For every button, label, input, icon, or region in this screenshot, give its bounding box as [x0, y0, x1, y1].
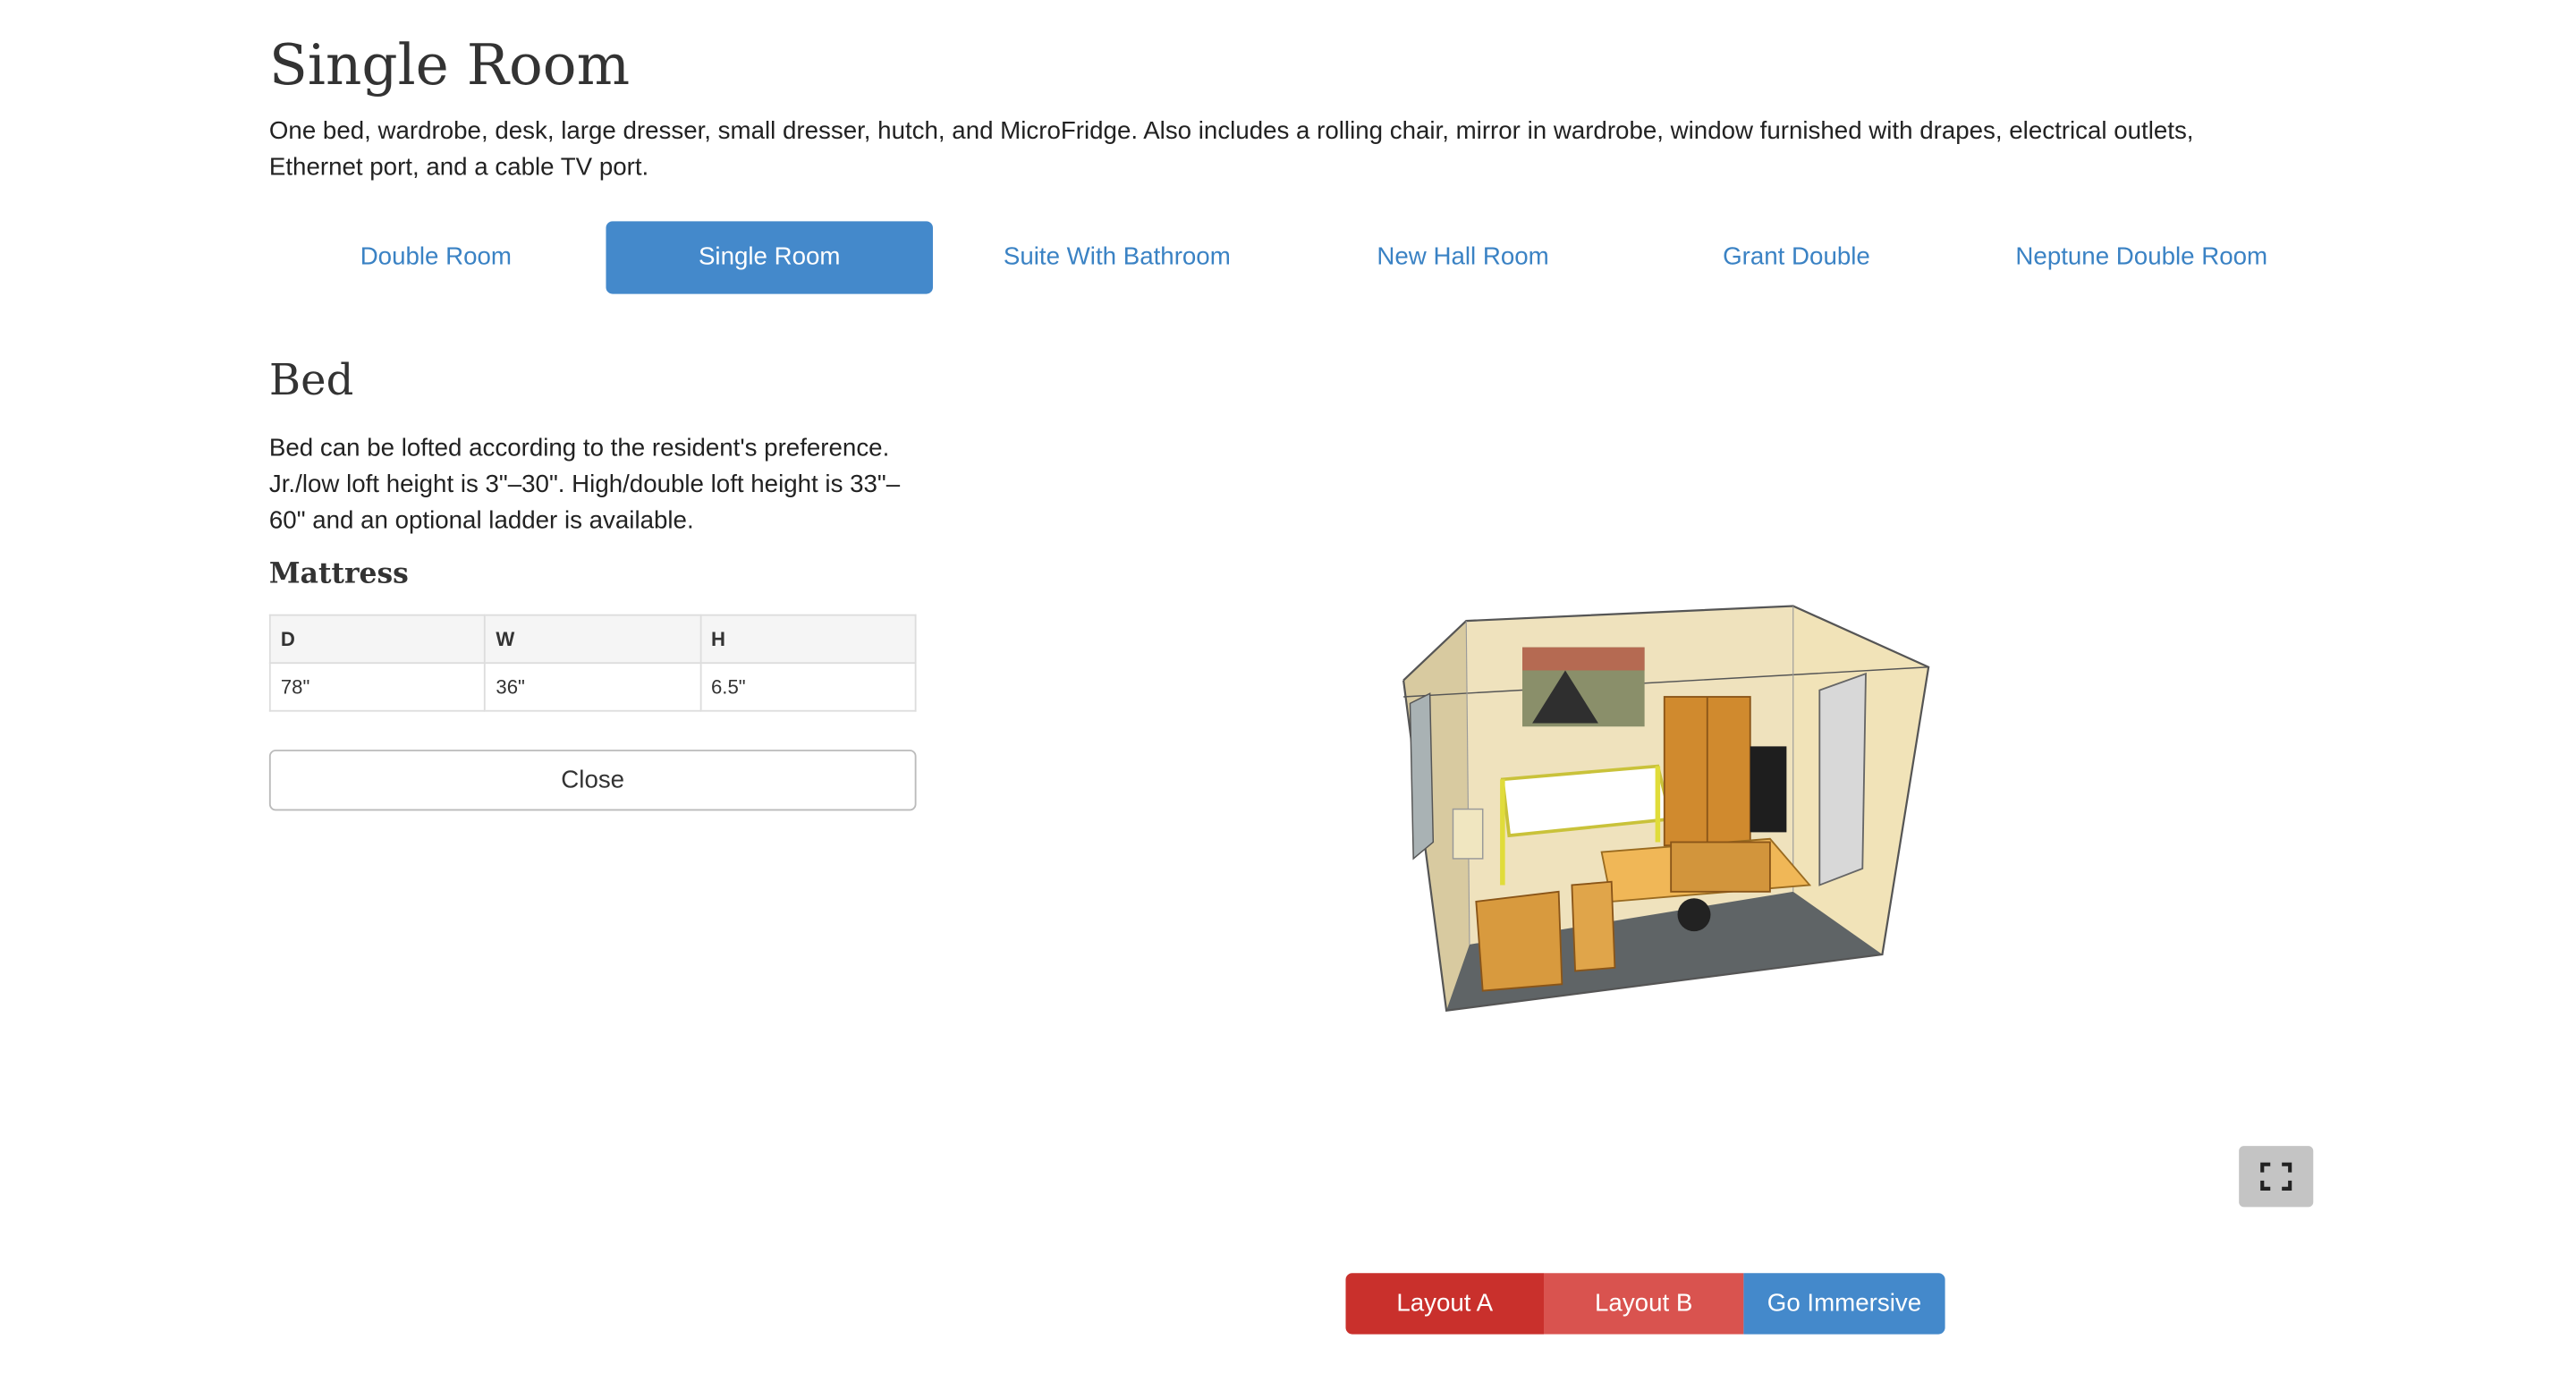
close-button[interactable]: Close [268, 750, 917, 811]
tab-new-hall-room[interactable]: New Hall Room [1300, 221, 1627, 293]
go-immersive-button[interactable]: Go Immersive [1743, 1273, 1945, 1335]
layout-button-group: Layout A Layout B Go Immersive [1345, 1273, 1945, 1335]
table-cell: 36" [484, 662, 701, 712]
room-type-tabs: Double Room Single Room Suite With Bathr… [269, 221, 2313, 294]
tab-neptune-double-room[interactable]: Neptune Double Room [1963, 221, 2320, 293]
tab-double-room[interactable]: Double Room [269, 221, 603, 293]
column-header: W [484, 614, 701, 665]
item-description: Bed can be lofted according to the resid… [268, 434, 901, 536]
table-row: 78" 36" 6.5" [268, 662, 917, 712]
table-cell: 6.5" [699, 662, 917, 712]
dimensions-table: D W H 78" 36" 6.5" [268, 614, 917, 712]
item-title: Bed [268, 356, 354, 407]
column-header: D [268, 614, 487, 665]
layout-a-button[interactable]: Layout A [1345, 1273, 1545, 1335]
tab-single-room[interactable]: Single Room [606, 221, 933, 294]
fullscreen-button[interactable] [2239, 1146, 2314, 1208]
table-cell: 78" [268, 662, 487, 712]
page-title: Single Room [268, 32, 631, 99]
room-render-image [1402, 605, 1930, 1012]
layout-b-button[interactable]: Layout B [1544, 1273, 1744, 1335]
column-header: H [699, 614, 917, 665]
item-subtitle: Mattress [268, 557, 409, 591]
table-header-row: D W H [268, 614, 917, 665]
expand-icon [2260, 1162, 2292, 1191]
room-3d-view[interactable] [1387, 595, 1949, 1024]
room-description: One bed, wardrobe, desk, large dresser, … [268, 117, 2194, 182]
page: Single Room One bed, wardrobe, desk, lar… [0, 0, 2576, 1399]
tab-grant-double[interactable]: Grant Double [1633, 221, 1961, 293]
tab-suite-with-bathroom[interactable]: Suite With Bathroom [938, 221, 1297, 293]
